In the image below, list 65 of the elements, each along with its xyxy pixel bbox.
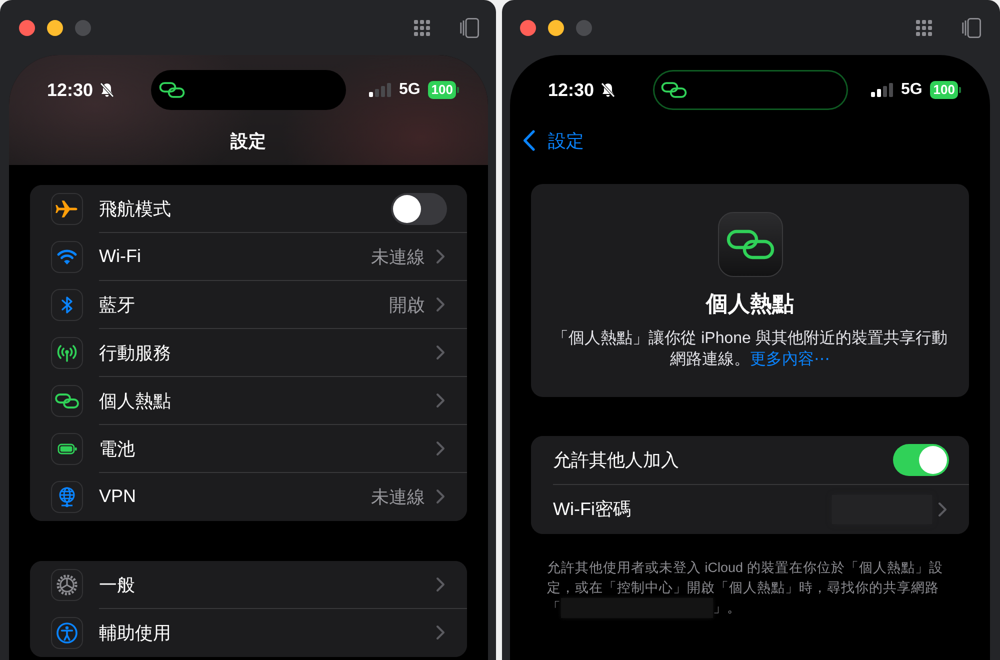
- battery-indicator: 100: [428, 81, 459, 99]
- minimize-button[interactable]: [548, 20, 564, 36]
- link-icon: [660, 82, 686, 98]
- row-label: 輔助使用: [99, 622, 171, 644]
- chevron-icon: [436, 577, 445, 592]
- row-value: 開啟: [389, 294, 425, 316]
- signal-icon: [870, 83, 893, 97]
- status-time: 12:30: [548, 80, 594, 100]
- bell-slash-icon: [600, 82, 616, 98]
- card-title: 個人熱點: [706, 290, 794, 318]
- chevron-icon: [436, 297, 445, 312]
- row-value: 未連線: [371, 486, 425, 508]
- row-label: 藍牙: [99, 294, 135, 316]
- network-type: 5G: [900, 81, 922, 99]
- row-label: 允許其他人加入: [553, 449, 679, 472]
- battery-icon: [51, 433, 83, 465]
- minimize-button[interactable]: [47, 20, 63, 36]
- card-description: 「個人熱點」讓你從 iPhone 與其他附近的裝置共享行動網路連線。更多內容⋯: [552, 328, 948, 370]
- more-link[interactable]: 更多內容⋯: [750, 351, 830, 368]
- sidebar-icon[interactable]: [460, 18, 479, 38]
- signal-icon: [368, 83, 391, 97]
- bluetooth-icon: [51, 289, 83, 321]
- settings-row[interactable]: 允許其他人加入: [531, 436, 969, 485]
- settings-row[interactable]: 飛航模式: [30, 185, 467, 233]
- battery-indicator: 100: [930, 81, 961, 99]
- row-value: 未連線: [371, 246, 425, 268]
- globe-icon: [51, 481, 83, 513]
- settings-row[interactable]: 一般: [30, 561, 467, 609]
- chevron-icon: [436, 345, 445, 360]
- row-label: 飛航模式: [99, 198, 171, 220]
- chevron-icon: [436, 489, 445, 504]
- bell-slash-icon: [99, 82, 116, 98]
- accessibility-icon: [51, 617, 83, 649]
- chevron-icon: [938, 502, 947, 516]
- grid-icon[interactable]: [916, 20, 932, 36]
- nav-title: 設定: [230, 130, 266, 152]
- chevron-icon: [436, 393, 445, 408]
- chevron-icon: [436, 625, 445, 640]
- row-label: 個人熱點: [99, 390, 171, 412]
- chevron-icon: [436, 441, 445, 456]
- link-icon: [159, 82, 185, 98]
- link-icon: [718, 212, 782, 277]
- antenna-icon: [51, 337, 83, 369]
- airplane-icon: [51, 193, 83, 225]
- row-label: Wi-Fi: [99, 246, 141, 267]
- row-label: VPN: [99, 486, 136, 507]
- gear-icon: [51, 569, 83, 601]
- row-label: 行動服務: [99, 342, 171, 364]
- link-icon: [51, 385, 83, 417]
- chevron-icon: [523, 130, 535, 151]
- row-label: 一般: [99, 574, 135, 596]
- back-button[interactable]: 設定: [523, 128, 584, 152]
- network-type: 5G: [398, 81, 420, 99]
- chevron-icon: [436, 249, 445, 264]
- row-label: 電池: [99, 438, 135, 460]
- sidebar-icon[interactable]: [962, 18, 981, 38]
- status-time: 12:30: [47, 80, 94, 100]
- toggle-switch[interactable]: [893, 444, 949, 476]
- footer-note: 允許其他使用者或未登入 iCloud 的裝置在你位於「個人熱點」設定，或在「控制中心」開啟「個人熱點」時，尋找你的共享網路「 」。: [547, 558, 947, 618]
- close-button[interactable]: [19, 20, 35, 36]
- row-label: Wi-Fi密碼: [553, 498, 631, 521]
- close-button[interactable]: [520, 20, 536, 36]
- toggle-switch[interactable]: [391, 192, 447, 224]
- wifi-icon: [51, 241, 83, 273]
- grid-icon[interactable]: [414, 20, 430, 36]
